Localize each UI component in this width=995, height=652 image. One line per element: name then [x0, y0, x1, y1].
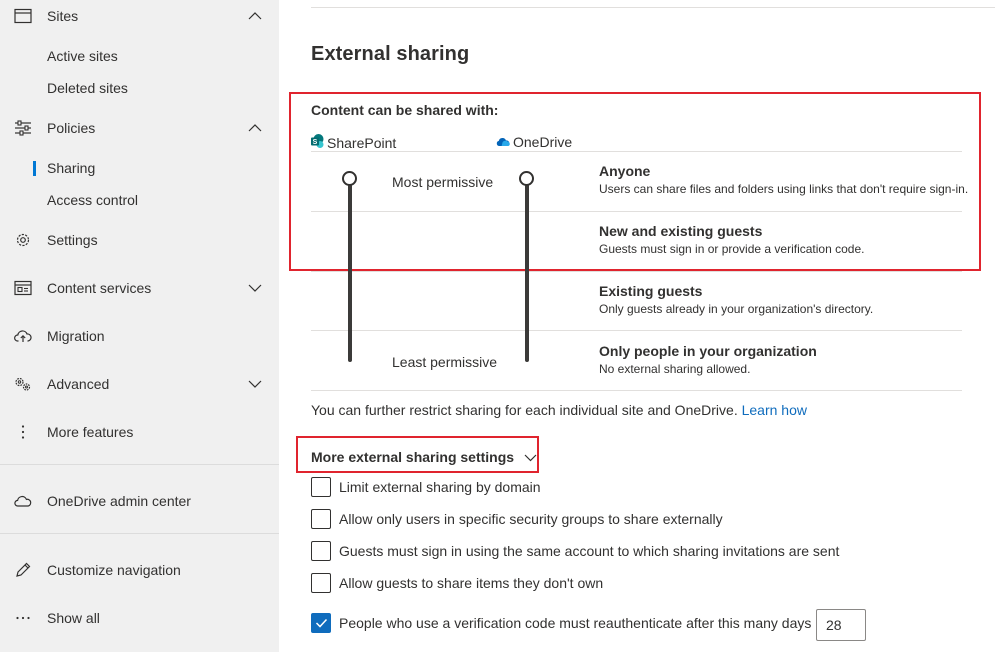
checkbox-row-reauthenticate[interactable]: People who use a verification code must … [311, 613, 811, 633]
checkbox-row-security-groups[interactable]: Allow only users in specific security gr… [311, 509, 723, 529]
nav-settings-label: Settings [47, 232, 98, 248]
reauthenticate-checkbox[interactable] [311, 613, 331, 633]
guests-share-checkbox[interactable] [311, 573, 331, 593]
level-new-existing-guests-desc: Guests must sign in or provide a verific… [599, 242, 865, 256]
content-shared-with-heading: Content can be shared with: [311, 102, 499, 118]
gear-icon [14, 231, 32, 249]
same-account-label: Guests must sign in using the same accou… [339, 543, 840, 559]
restrict-sharing-note: You can further restrict sharing for eac… [311, 402, 807, 418]
reauthenticate-label: People who use a verification code must … [339, 615, 812, 631]
limit-domain-checkbox[interactable] [311, 477, 331, 497]
advanced-gears-icon [14, 375, 32, 393]
nav-sharing[interactable]: Sharing [0, 152, 279, 184]
same-account-checkbox[interactable] [311, 541, 331, 561]
content-services-icon [14, 279, 32, 297]
nav-migration[interactable]: Migration [0, 320, 279, 352]
sharepoint-sharing-slider-thumb[interactable] [342, 171, 357, 186]
row-divider [311, 330, 962, 331]
section-divider [311, 7, 995, 8]
nav-advanced[interactable]: Advanced [0, 368, 279, 400]
level-org-only-desc: No external sharing allowed. [599, 362, 751, 376]
nav-migration-label: Migration [47, 328, 105, 344]
more-external-sharing-settings-label: More external sharing settings [311, 449, 515, 465]
main-content: External sharing Content can be shared w… [279, 0, 995, 652]
nav-active-sites-label: Active sites [47, 48, 118, 64]
onedrive-label: OneDrive [513, 134, 573, 150]
sharepoint-icon: S [311, 134, 324, 152]
nav-deleted-sites[interactable]: Deleted sites [0, 72, 279, 104]
sharepoint-label: SharePoint [327, 135, 397, 151]
nav-policies-label: Policies [47, 120, 96, 136]
nav-sharing-label: Sharing [47, 160, 96, 176]
chevron-down-icon[interactable] [248, 377, 262, 391]
sliders-icon [14, 119, 32, 137]
row-divider [311, 151, 962, 152]
onedrive-sharing-slider-thumb[interactable] [519, 171, 534, 186]
checkbox-row-guests-share[interactable]: Allow guests to share items they don't o… [311, 573, 603, 593]
nav-divider [0, 464, 279, 465]
most-permissive-label: Most permissive [392, 174, 494, 190]
svg-text:S: S [313, 139, 318, 146]
sharepoint-column-header: S SharePoint [311, 134, 396, 152]
sharepoint-sharing-slider-track[interactable] [348, 184, 352, 362]
pencil-icon [14, 561, 32, 579]
nav-customize-navigation-label: Customize navigation [47, 562, 181, 578]
level-new-existing-guests-title: New and existing guests [599, 223, 763, 239]
limit-domain-label: Limit external sharing by domain [339, 479, 541, 495]
nav-access-control-label: Access control [47, 192, 139, 208]
learn-how-link[interactable]: Learn how [742, 402, 807, 418]
checkmark-icon [315, 618, 327, 628]
level-anyone-desc: Users can share files and folders using … [599, 182, 969, 196]
nav-show-all-label: Show all [47, 610, 100, 626]
nav-more-features-label: More features [47, 424, 134, 440]
onedrive-cloud-icon [14, 492, 32, 510]
level-existing-guests-title: Existing guests [599, 283, 703, 299]
nav-onedrive-admin-center[interactable]: OneDrive admin center [0, 485, 279, 517]
chevron-up-icon[interactable] [248, 9, 262, 23]
horizontal-ellipsis-icon [14, 609, 32, 627]
nav-divider [0, 533, 279, 534]
nav-access-control[interactable]: Access control [0, 184, 279, 216]
onedrive-column-header: OneDrive [496, 134, 572, 150]
security-groups-checkbox[interactable] [311, 509, 331, 529]
cloud-upload-icon [14, 327, 32, 345]
vertical-ellipsis-icon [14, 423, 32, 441]
nav-more-features[interactable]: More features [0, 416, 279, 448]
nav-sites-label: Sites [47, 8, 79, 24]
nav-settings[interactable]: Settings [0, 224, 279, 256]
onedrive-sharing-slider-track[interactable] [525, 184, 529, 362]
nav-advanced-label: Advanced [47, 376, 110, 392]
chevron-up-icon[interactable] [248, 121, 262, 135]
more-external-sharing-settings-toggle[interactable]: More external sharing settings [311, 449, 537, 465]
onedrive-icon [496, 134, 510, 150]
nav-onedrive-admin-center-label: OneDrive admin center [47, 493, 191, 509]
nav-policies[interactable]: Policies [0, 112, 279, 144]
page-title: External sharing [311, 43, 470, 65]
left-navigation: Sites Active sites Deleted sites Policie… [0, 0, 279, 652]
reauth-days-input[interactable]: 28 [816, 609, 866, 641]
level-existing-guests-desc: Only guests already in your organization… [599, 302, 874, 316]
level-anyone-title: Anyone [599, 163, 651, 179]
chevron-down-icon [524, 449, 537, 465]
nav-show-all[interactable]: Show all [0, 602, 279, 634]
security-groups-label: Allow only users in specific security gr… [339, 511, 723, 527]
nav-content-services[interactable]: Content services [0, 272, 279, 304]
level-org-only-title: Only people in your organization [599, 343, 817, 359]
nav-sites[interactable]: Sites [0, 0, 279, 32]
nav-active-sites[interactable]: Active sites [0, 40, 279, 72]
row-divider [311, 211, 962, 212]
chevron-down-icon[interactable] [248, 281, 262, 295]
row-divider [311, 271, 962, 272]
browser-window-icon [14, 7, 32, 25]
guests-share-label: Allow guests to share items they don't o… [339, 575, 604, 591]
restrict-sharing-text: You can further restrict sharing for eac… [311, 402, 738, 418]
checkbox-row-same-account[interactable]: Guests must sign in using the same accou… [311, 541, 839, 561]
nav-content-services-label: Content services [47, 280, 152, 296]
checkbox-row-limit-domain[interactable]: Limit external sharing by domain [311, 477, 541, 497]
active-indicator [33, 161, 36, 176]
nav-customize-navigation[interactable]: Customize navigation [0, 554, 279, 586]
nav-deleted-sites-label: Deleted sites [47, 80, 128, 96]
least-permissive-label: Least permissive [392, 354, 498, 370]
row-divider [311, 390, 962, 391]
